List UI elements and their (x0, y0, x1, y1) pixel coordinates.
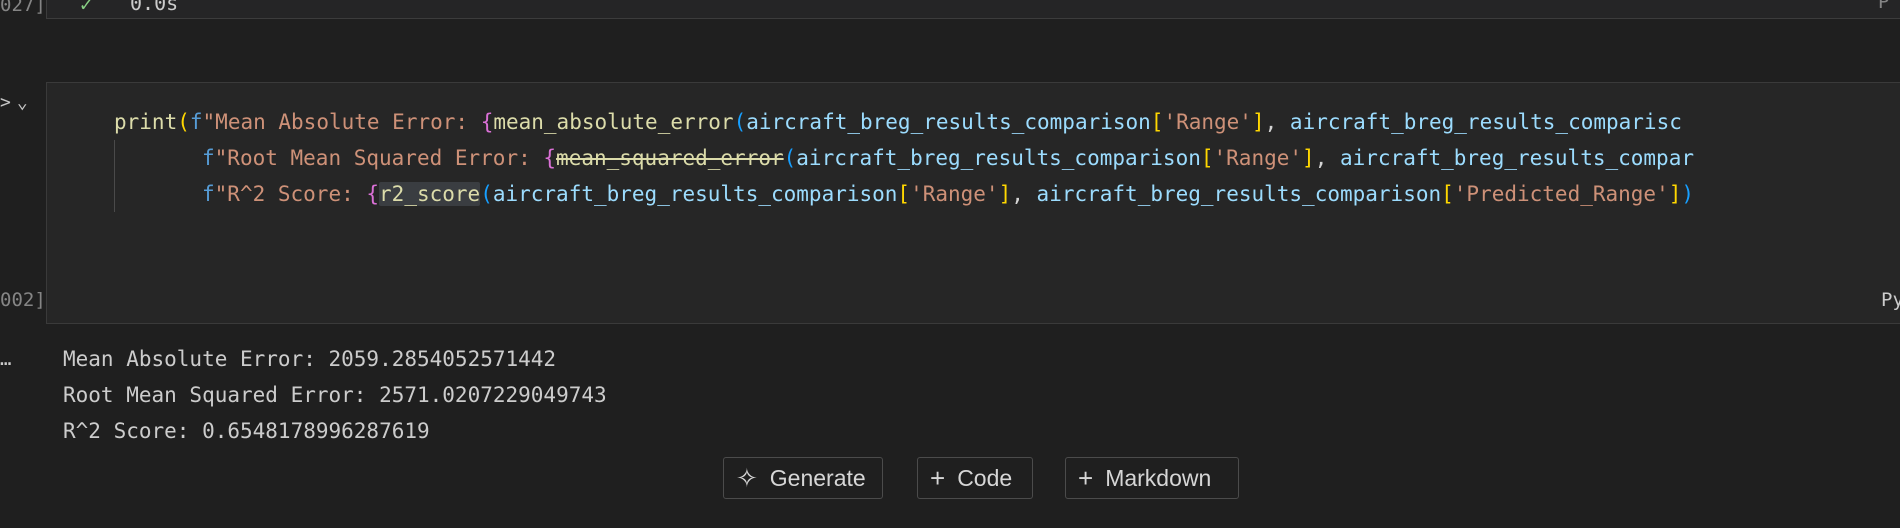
previous-duration: 0.0s (130, 0, 179, 15)
markdown-label: Markdown (1105, 464, 1212, 491)
code-token: ] (1251, 110, 1265, 134)
code-token: [ (1200, 146, 1214, 170)
sparkle-icon: ✧ (736, 463, 758, 493)
code-token: mean_absolute_error (493, 110, 734, 134)
code-token: print (114, 110, 178, 134)
code-token: f (202, 146, 215, 170)
code-token: aircraft_breg_results_comparison (492, 182, 898, 206)
code-token: 'Range' (1163, 110, 1252, 134)
language-label[interactable]: Py (1881, 289, 1900, 311)
output-line: R^2 Score: 0.6548178996287619 (63, 419, 430, 443)
code-token: "Mean Absolute Error: (202, 110, 481, 134)
code-line-3[interactable]: f"R^2 Score: {r2_score(aircraft_breg_res… (202, 180, 1694, 208)
plus-icon: + (1078, 463, 1094, 493)
code-token: [ (1441, 182, 1454, 206)
code-token: , (1264, 110, 1290, 134)
previous-execution-count: 027] (0, 0, 46, 16)
code-token: "Root Mean Squared Error: (214, 146, 544, 170)
code-token: r2_score (379, 182, 481, 206)
code-token: ( (783, 146, 797, 170)
code-label: Code (957, 464, 1013, 491)
output-line: Root Mean Squared Error: 2571.0207229049… (63, 383, 607, 407)
generate-button[interactable]: ✧ Generate (723, 457, 883, 499)
code-token: { (543, 146, 557, 170)
code-token: ] (998, 182, 1012, 206)
code-token: "R^2 Score: (214, 182, 367, 206)
code-token: { (480, 110, 494, 134)
code-token: { (366, 182, 380, 206)
generate-label: Generate (769, 464, 866, 491)
indent-guide (114, 140, 115, 212)
code-token: , (1314, 146, 1340, 170)
code-token: [ (897, 182, 911, 206)
plus-icon: + (930, 463, 946, 493)
code-token: 'Predicted_Range' (1453, 182, 1669, 206)
code-token: aircraft_breg_results_comparison (796, 146, 1201, 170)
code-token: 'Range' (910, 182, 999, 206)
code-token: aircraft_breg_results_comparison (746, 110, 1151, 134)
output-menu-icon[interactable]: … (0, 348, 11, 370)
code-token: ( (733, 110, 747, 134)
code-token: ) (1681, 182, 1695, 206)
code-token: ( (480, 182, 493, 206)
add-code-cell-button[interactable]: + Code (917, 457, 1033, 499)
chevron-icon[interactable]: >⌄ (0, 92, 34, 113)
add-markdown-cell-button[interactable]: + Markdown (1065, 457, 1239, 499)
code-token: f (202, 182, 215, 206)
check-icon: ✓ (80, 0, 93, 16)
output-line: Mean Absolute Error: 2059.2854052571442 (63, 347, 557, 371)
code-token: ( (177, 110, 190, 134)
code-token: ] (1302, 146, 1315, 170)
previous-language-label[interactable]: P (1878, 0, 1889, 13)
code-token: aircraft_breg_results_comparison (1036, 182, 1442, 206)
code-line-2[interactable]: f"Root Mean Squared Error: {mean_squared… (202, 144, 1694, 172)
code-token: [ (1150, 110, 1164, 134)
execution-count: 002] (0, 289, 46, 311)
code-token: f (189, 110, 203, 134)
code-token: 'Range' (1213, 146, 1303, 170)
code-token: aircraft_breg_results_compar (1339, 146, 1694, 170)
code-token: , (1011, 182, 1037, 206)
code-token: mean_squared_error (556, 146, 784, 170)
code-token: aircraft_breg_results_comparisc (1289, 110, 1682, 134)
code-line-1[interactable]: print(f"Mean Absolute Error: {mean_absol… (114, 108, 1682, 136)
code-token: ] (1668, 182, 1682, 206)
previous-cell[interactable] (46, 0, 1900, 19)
